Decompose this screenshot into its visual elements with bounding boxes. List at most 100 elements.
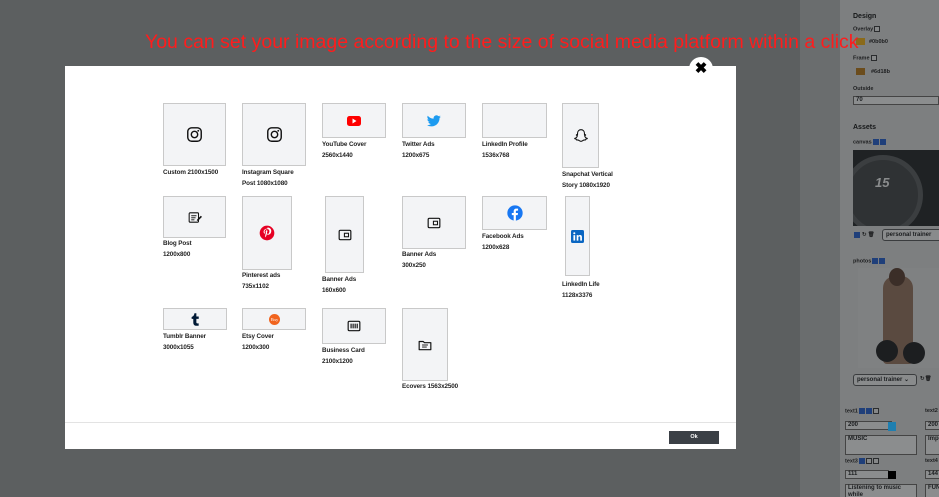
text1-content-input[interactable]: MUSIC [845,435,917,455]
ecover-icon [418,340,432,350]
template-facebook-label-2: 1200x628 [482,244,510,251]
canvas-image-thumbnail[interactable]: 15 [853,150,939,226]
frame-checkbox[interactable] [870,55,877,61]
instagram-icon [187,127,202,142]
photos-controls: ↻🗑 [920,376,932,382]
template-ecovers-label: Ecovers 1563x2500 [402,383,459,390]
template-youtube-preview [322,103,386,138]
kettlebell-left [876,340,898,362]
photos-trash-icon[interactable]: 🗑 [925,376,932,382]
instagram-icon [266,127,282,142]
template-tumblr-label-2: 3000x1055 [163,344,194,351]
template-facebook-preview [482,196,547,230]
template-twitter-label-1: Twitter Ads [402,141,435,148]
overlay-color-value: #0b0b0 [869,39,888,45]
template-ecovers-preview [402,308,448,381]
template-business-card-preview [322,308,386,344]
canvas-controls: ↻🗑 [853,232,875,238]
editor-gutter [800,0,840,497]
ok-button[interactable]: Ok [669,431,719,444]
canvas-checkbox-2[interactable] [879,139,886,145]
template-linkedin-life-label-2: 1128x3376 [562,292,593,299]
text2-content-input[interactable]: Impo [925,435,939,455]
template-linkedin-profile-preview [482,103,547,138]
assets-heading: Assets [853,124,876,131]
design-side-panel: Design Overlay #0b0b0 Frame #6d18b Outsi… [840,0,939,497]
template-youtube-label-2: 2560x1440 [322,152,353,159]
template-snapchat-label-2: Story 1080x1920 [562,182,610,189]
photos-checkbox-1[interactable] [872,258,879,264]
template-custom-preview [163,103,226,166]
photos-label: photos [853,258,886,264]
kettlebell-right [903,342,925,364]
text1-color-swatch[interactable] [888,422,896,431]
photos-category-select[interactable]: personal trainer ⌄ [853,374,917,386]
canvas-visible-checkbox[interactable] [854,232,860,238]
template-banner-300-label-2: 300x250 [402,262,426,269]
blog-post-icon [188,211,202,223]
linkedin-icon [571,229,584,243]
facebook-icon [506,205,523,221]
canvas-refresh-icon[interactable]: ↻ [862,232,867,238]
text1-size-input[interactable]: 200 [845,421,892,430]
text3-size-input[interactable]: 111 [845,470,889,479]
template-business-card-label-1: Business Card [322,347,365,354]
template-banner-160-label-1: Banner Ads [322,276,357,283]
text3-checkbox-1[interactable] [858,458,865,464]
text4-content-input[interactable]: FUN [925,484,939,497]
close-icon[interactable]: ✖ [689,57,713,81]
overlay-checkbox[interactable] [874,26,881,32]
template-blog-label-1: Blog Post [163,240,192,247]
template-blog-preview [163,196,226,238]
frame-color-value: #6d18b [871,69,890,75]
etsy-icon: Etsy [268,313,280,325]
template-instagram-label-2: Post 1080x1080 [242,180,288,187]
text1-checkbox-1[interactable] [858,408,865,414]
twitter-icon [427,114,441,126]
canvas-checkbox-1[interactable] [872,139,879,145]
template-linkedin-profile-label-1: LinkedIn Profile [482,141,528,148]
template-banner-300-preview [402,196,466,249]
template-pinterest-label-2: 735x1102 [242,283,269,290]
svg-text:Etsy: Etsy [270,317,278,322]
template-tumblr-label-1: Tumblr Banner [163,333,207,340]
template-linkedin-profile-label-2: 1536x768 [482,152,510,159]
frame-label: Frame [853,55,877,61]
text3-checkbox-2[interactable] [865,458,872,464]
template-twitter-label-2: 1200x675 [402,152,430,159]
business-card-icon [347,320,361,332]
photos-checkbox-2[interactable] [879,258,886,264]
template-tumblr-preview [163,308,227,330]
design-heading: Design [853,13,877,20]
outside-label: Outside [853,86,874,92]
canvas-category-select[interactable]: personal trainer [882,229,939,241]
text3-color-swatch[interactable] [888,471,896,479]
template-business-card-label-2: 2100x1200 [322,358,353,365]
template-banner-160-label-2: 160x600 [322,287,346,294]
template-snapchat-preview [562,103,599,168]
promo-caption: You can set your image according to the … [145,31,859,53]
text4-size-input[interactable]: 144 [925,470,939,479]
text2-size-input[interactable]: 200 [925,421,939,430]
outside-input[interactable]: 70 [853,96,939,105]
text4-label: text4 [925,458,938,464]
template-pinterest-preview [242,196,292,270]
text3-content-input[interactable]: Listening to music while [845,484,917,497]
template-facebook-label-1: Facebook Ads [482,233,524,240]
template-instagram-label-1: Instagram Square [242,169,294,176]
photo-image-thumbnail[interactable] [858,268,939,368]
template-instagram-preview [242,103,306,166]
text1-checkbox-3[interactable] [872,408,879,414]
frame-color-swatch[interactable] [856,68,865,75]
pinterest-icon [259,225,275,241]
size-templates-modal: Custom 2100x1500 Instagram Square Post 1… [65,66,736,449]
canvas-label: canvas [853,139,886,145]
weight-plate-graphic [853,155,923,226]
canvas-trash-icon[interactable]: 🗑 [868,232,875,238]
template-pinterest-label-1: Pinterest ads [242,272,281,279]
text1-checkbox-2[interactable] [865,408,872,414]
template-blog-label-2: 1200x800 [163,251,191,258]
text3-checkbox-3[interactable] [872,458,879,464]
template-linkedin-life-preview [565,196,590,276]
text2-label: text2 [925,408,938,414]
